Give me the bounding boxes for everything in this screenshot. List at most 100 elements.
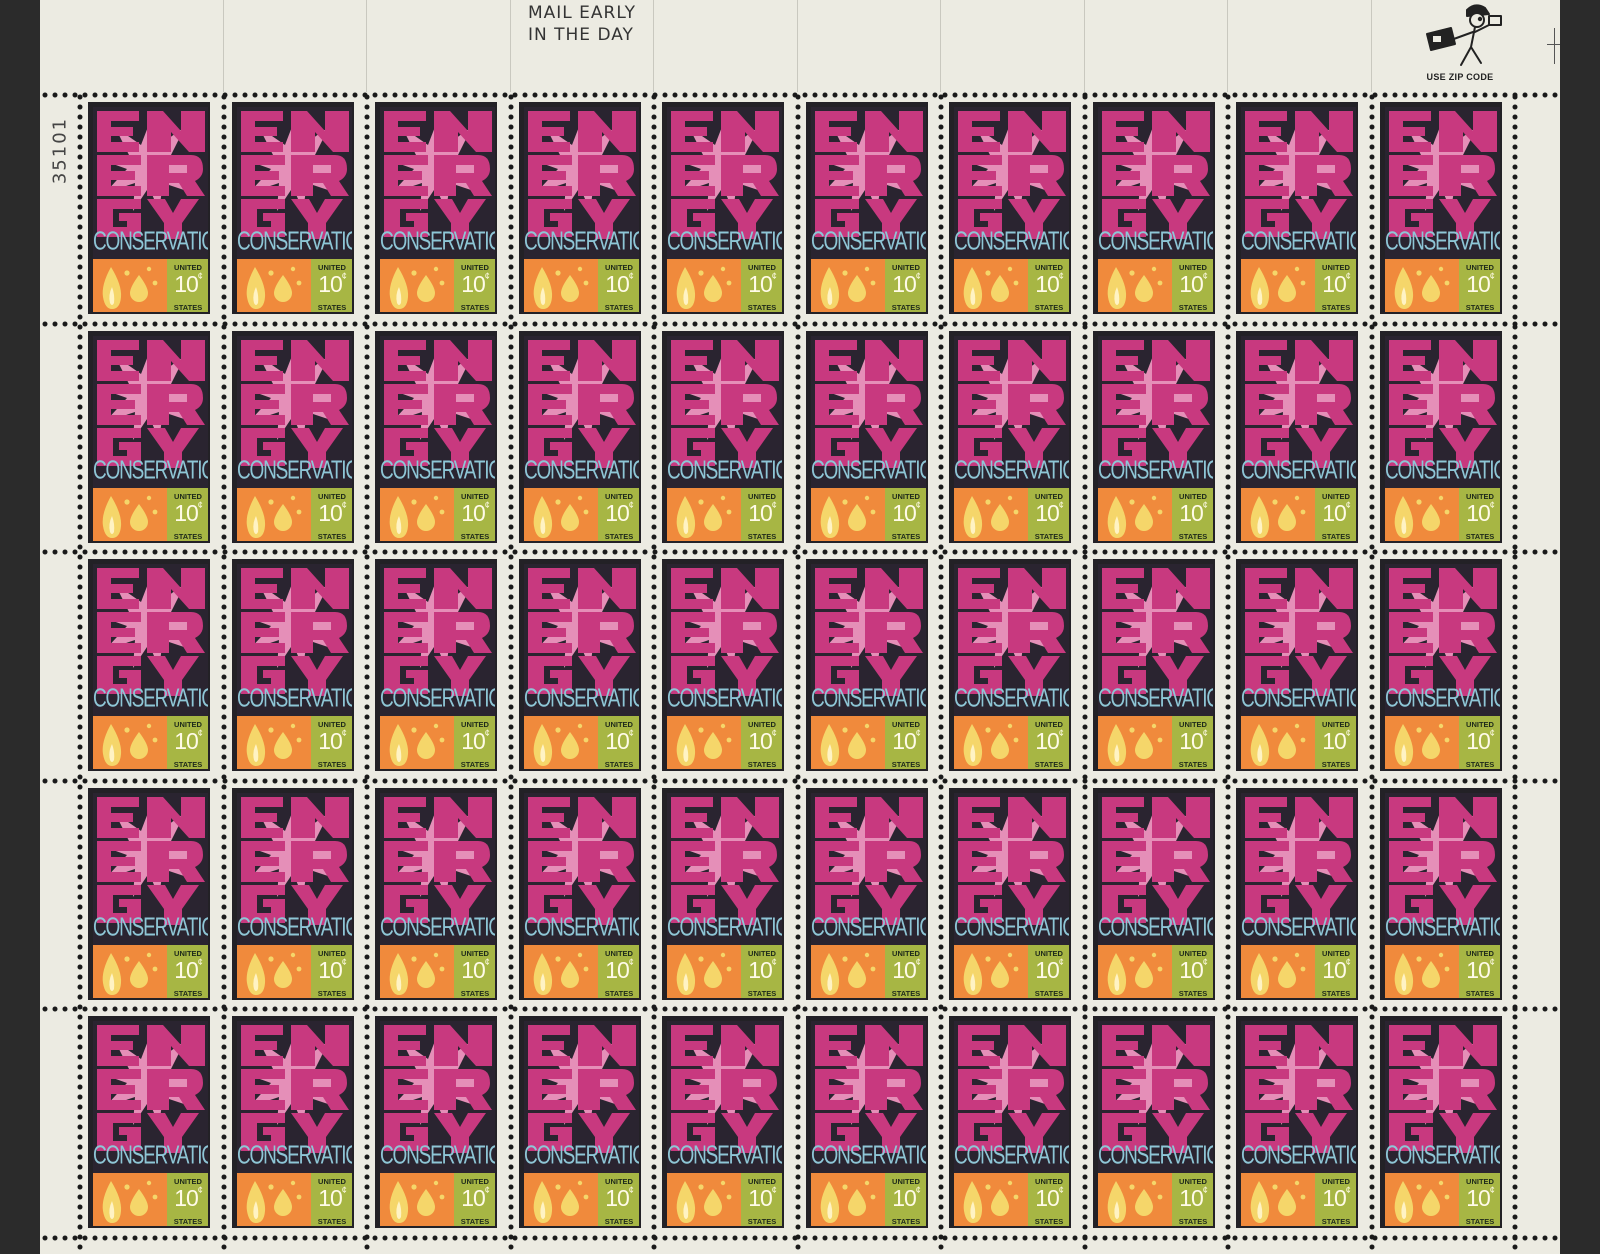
letters-en [528,568,636,609]
energy-conservation-stamp: CONSERVATION UNITED 10¢ STATES [375,331,497,543]
stamp-design: CONSERVATION UNITED 10¢ STATES [1098,793,1213,998]
flame-panel [524,716,598,769]
inscription-line-1: MAIL EARLY [528,3,636,23]
energy-conservation-stamp: CONSERVATION UNITED 10¢ STATES [232,102,354,314]
conservation-label: CONSERVATION [380,456,495,485]
oil-drop-icon [274,732,292,759]
country-bottom-label: STATES [1178,1217,1208,1226]
country-bottom-label: STATES [460,532,490,541]
conservation-label: CONSERVATION [524,456,639,485]
denomination-unit: ¢ [1345,1185,1351,1195]
denomination-value: 10¢ [741,957,782,984]
letters-en [97,568,205,609]
letters-en [528,111,636,152]
oil-drop-icon [274,1189,292,1216]
letters-er [1245,384,1353,425]
selvage-gutter-line [223,0,224,92]
conservation-label: CONSERVATION [1385,1141,1500,1170]
letters-en [671,568,779,609]
letters-er [97,612,205,653]
oil-drop-icon [704,732,722,759]
country-bottom-label: STATES [173,303,203,312]
denomination-unit: ¢ [1489,500,1495,510]
denomination-unit: ¢ [1202,957,1208,967]
conservation-label: CONSERVATION [237,1141,352,1170]
denomination-unit: ¢ [484,271,490,281]
register-mark [1554,28,1555,64]
conservation-label: CONSERVATION [954,1141,1069,1170]
flame-panel [1098,945,1172,998]
letters-en [815,797,923,838]
letters-en [958,1025,1066,1066]
denomination-value: 10¢ [1459,500,1500,527]
letters-er [528,841,636,882]
energy-conservation-stamp: CONSERVATION UNITED 10¢ STATES [88,559,210,771]
denomination-value: 10¢ [311,957,352,984]
denomination-value: 10¢ [454,271,495,298]
denomination-number: 10 [318,728,343,754]
oil-drop-icon [1135,504,1153,531]
flame-panel [811,488,885,541]
oil-drop-icon [417,961,435,988]
denomination-number: 10 [1322,500,1347,526]
flame-panel [1098,1173,1172,1226]
letters-er [671,384,779,425]
energy-conservation-stamp: CONSERVATION UNITED 10¢ STATES [949,559,1071,771]
denomination-unit: ¢ [484,1185,490,1195]
perforation-column [1369,92,1375,1254]
stamp-design: CONSERVATION UNITED 10¢ STATES [524,564,639,769]
energy-conservation-stamp: CONSERVATION UNITED 10¢ STATES [1093,331,1215,543]
denomination-value: 10¢ [311,1185,352,1212]
stamp-design: CONSERVATION UNITED 10¢ STATES [667,107,782,312]
letters-en [1389,797,1497,838]
oil-drop-icon [561,275,579,302]
country-bottom-label: STATES [317,989,347,998]
oil-drop-icon [1278,1189,1296,1216]
oil-drop-icon [1422,275,1440,302]
letters-er [241,384,349,425]
oil-drop-icon [1422,504,1440,531]
stamp-design: CONSERVATION UNITED 10¢ STATES [1385,793,1500,998]
denomination-unit: ¢ [915,271,921,281]
oil-drop-icon [1422,732,1440,759]
country-bottom-label: STATES [317,760,347,769]
denomination-value: 10¢ [1459,1185,1500,1212]
selvage-gutter-line [1371,0,1372,92]
stamp-design: CONSERVATION UNITED 10¢ STATES [524,336,639,541]
denomination-number: 10 [1466,957,1491,983]
energy-conservation-stamp: CONSERVATION UNITED 10¢ STATES [662,788,784,1000]
flame-panel [1241,716,1315,769]
flame-panel [954,1173,1028,1226]
perforation-column [651,92,657,1254]
denomination-value: 10¢ [167,500,208,527]
conservation-label: CONSERVATION [667,913,782,942]
stamp-design: CONSERVATION UNITED 10¢ STATES [524,793,639,998]
conservation-label: CONSERVATION [1385,456,1500,485]
conservation-label: CONSERVATION [93,684,208,713]
denomination-value: 10¢ [1315,728,1356,755]
conservation-label: CONSERVATION [93,1141,208,1170]
country-bottom-label: STATES [1034,1217,1064,1226]
country-bottom-label: STATES [891,760,921,769]
letters-en [241,111,349,152]
conservation-label: CONSERVATION [667,684,782,713]
conservation-label: CONSERVATION [380,913,495,942]
energy-conservation-stamp: CONSERVATION UNITED 10¢ STATES [88,331,210,543]
letters-en [1102,797,1210,838]
stamp-design: CONSERVATION UNITED 10¢ STATES [237,793,352,998]
letters-er [97,384,205,425]
flame-panel [1385,945,1459,998]
flame-panel [380,1173,454,1226]
letters-er [958,612,1066,653]
letters-er [528,155,636,196]
flame-panel [93,1173,167,1226]
denomination-number: 10 [1035,957,1060,983]
country-bottom-label: STATES [1034,532,1064,541]
denomination-unit: ¢ [197,728,203,738]
energy-conservation-stamp: CONSERVATION UNITED 10¢ STATES [662,559,784,771]
letters-en [1245,797,1353,838]
flame-panel [811,1173,885,1226]
letters-er [384,155,492,196]
denomination-unit: ¢ [771,728,777,738]
denomination-value: 10¢ [1172,728,1213,755]
